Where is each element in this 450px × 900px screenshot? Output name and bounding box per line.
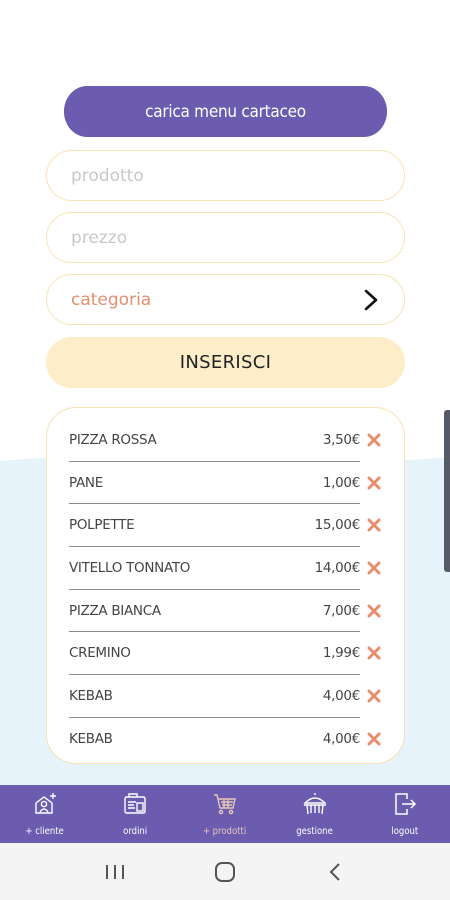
system-navigation-bar: [0, 843, 450, 900]
management-icon: [302, 791, 328, 822]
tab-add-client[interactable]: + cliente: [0, 785, 90, 843]
category-label: categoria: [71, 289, 152, 310]
home-button[interactable]: [205, 852, 245, 892]
list-item: KEBAB 4,00€: [69, 718, 381, 761]
chevron-right-icon: [362, 288, 380, 312]
cart-icon: [212, 791, 238, 822]
item-price: 4,00€: [322, 687, 360, 704]
item-price: 1,99€: [322, 645, 360, 662]
upload-paper-menu-button[interactable]: carica menu cartaceo: [63, 86, 388, 137]
item-name: CREMINO: [69, 645, 131, 662]
item-name: PIZZA BIANCA: [69, 602, 161, 619]
list-item: PIZZA ROSSA 3,50€: [69, 419, 381, 462]
delete-icon[interactable]: [366, 560, 382, 576]
delete-icon[interactable]: [366, 603, 382, 619]
recent-apps-button[interactable]: [95, 852, 135, 892]
list-item: PANE 1,00€: [69, 462, 381, 505]
tab-orders[interactable]: ordini: [90, 785, 180, 843]
tab-label: + cliente: [25, 826, 65, 837]
tab-add-products[interactable]: + prodotti: [180, 785, 270, 843]
list-item: POLPETTE 15,00€: [69, 504, 381, 548]
item-name: PIZZA ROSSA: [69, 431, 157, 448]
scroll-handle[interactable]: [444, 410, 450, 572]
list-item: PIZZA BIANCA 7,00€: [69, 590, 381, 633]
list-item: KEBAB 4,00€: [69, 675, 381, 718]
product-input[interactable]: [71, 165, 380, 186]
item-name: KEBAB: [69, 687, 113, 704]
list-item: CREMINO 1,99€: [69, 632, 381, 676]
item-price: 3,50€: [322, 431, 360, 448]
price-input[interactable]: [71, 227, 380, 248]
tab-label: + prodotti: [203, 826, 247, 837]
item-name: KEBAB: [69, 731, 113, 748]
bottom-tab-bar: + cliente ordini + prodotti gestione log…: [0, 785, 450, 843]
category-select[interactable]: categoria: [46, 274, 405, 325]
tab-label: gestione: [296, 826, 334, 837]
item-name: VITELLO TONNATO: [69, 559, 191, 576]
item-price: 15,00€: [314, 517, 361, 534]
delete-icon[interactable]: [366, 432, 382, 448]
home-icon: [215, 861, 235, 882]
product-list: PIZZA ROSSA 3,50€ PANE 1,00€ POLPETTE 15,00€ V…: [46, 407, 405, 764]
delete-icon[interactable]: [366, 731, 382, 747]
item-name: PANE: [69, 474, 103, 491]
item-price: 14,00€: [314, 559, 361, 576]
tab-label: logout: [391, 826, 419, 837]
delete-icon[interactable]: [366, 645, 382, 661]
delete-icon[interactable]: [366, 517, 382, 533]
price-field[interactable]: [46, 212, 405, 263]
recent-apps-icon: [106, 864, 124, 879]
insert-button[interactable]: INSERISCI: [46, 337, 405, 388]
logout-icon: [392, 791, 418, 822]
item-price: 7,00€: [322, 602, 360, 619]
item-price: 4,00€: [322, 731, 360, 748]
delete-icon[interactable]: [366, 688, 382, 704]
delete-icon[interactable]: [366, 475, 382, 491]
item-name: POLPETTE: [69, 517, 135, 534]
back-icon: [329, 862, 340, 881]
tab-label: ordini: [122, 826, 148, 837]
list-item: VITELLO TONNATO 14,00€: [69, 547, 381, 590]
tab-logout[interactable]: logout: [360, 785, 450, 843]
item-price: 1,00€: [322, 474, 360, 491]
tab-management[interactable]: gestione: [270, 785, 360, 843]
back-button[interactable]: [315, 852, 355, 892]
add-user-icon: [32, 791, 58, 822]
product-field[interactable]: [46, 150, 405, 201]
orders-icon: [122, 791, 148, 822]
